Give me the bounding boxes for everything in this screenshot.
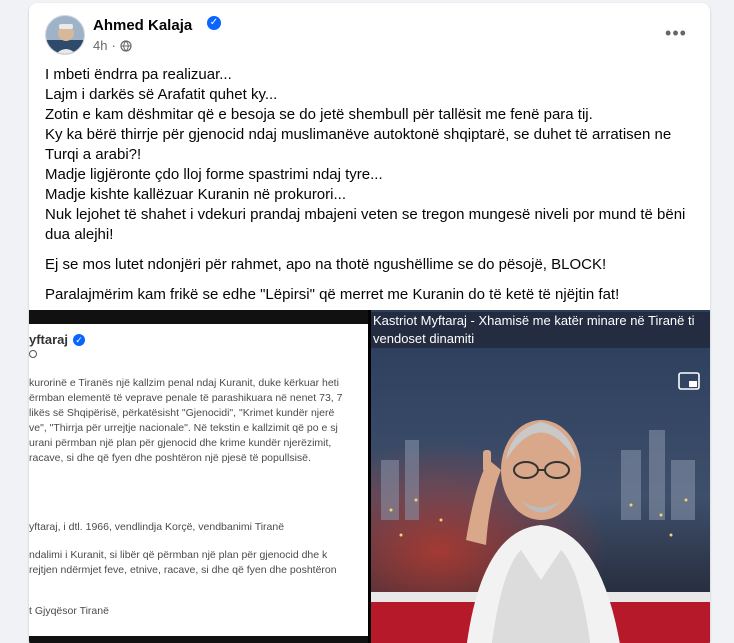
document-author-fragment: yftaraj — [29, 332, 69, 347]
document-line: t Gjyqësor Tiranë — [29, 605, 109, 617]
document-line: ve", "Thirrja për urrejtje nacionale". N… — [29, 422, 338, 434]
post-paragraph: Ky ka bërë thirrje për gjenocid ndaj mus… — [45, 126, 672, 163]
author-avatar[interactable] — [45, 15, 85, 55]
author-name[interactable]: Ahmed Kalaja — [93, 17, 192, 34]
media-image-document[interactable]: yftaraj ✓ kurorinë e Tiranës një kallzim… — [29, 310, 368, 643]
document-verified-icon: ✓ — [73, 333, 86, 346]
document-line: yftaraj, i dtl. 1966, vendlindja Korçë, … — [29, 521, 285, 533]
document-line: ërmban elementë të veprave penale të par… — [29, 392, 343, 404]
post-paragraph: Zotin e kam dëshmitar që e besoja se do … — [45, 106, 593, 123]
document-line: rejtjen ndërmjet feve, etnive, racave, s… — [29, 564, 337, 576]
picture-in-picture-icon[interactable] — [678, 372, 700, 390]
post-card: Ahmed Kalaja ✓ 4h · ••• I mbeti ëndrra p… — [29, 3, 710, 643]
post-header: Ahmed Kalaja ✓ 4h · ••• — [45, 15, 694, 59]
post-paragraph: I mbeti ëndrra pa realizuar... — [45, 66, 232, 83]
meta-separator: · — [111, 38, 116, 53]
video-caption: Kastriot Myftaraj - Xhamisë me katër min… — [371, 312, 710, 348]
media-image-video-still[interactable]: Kastriot Myftaraj - Xhamisë me katër min… — [371, 310, 710, 643]
document-line: kurorinë e Tiranës një kallzim penal nda… — [29, 377, 339, 389]
post-paragraph: Lajm i darkës së Arafatit quhet ky... — [45, 86, 278, 103]
document-line: urani përmban një plan për gjenocid dhe … — [29, 437, 332, 449]
post-paragraph: Nuk lejohet të shahet i vdekuri prandaj … — [45, 206, 686, 243]
post-body: I mbeti ëndrra pa realizuar... Lajm i da… — [45, 65, 696, 305]
post-paragraph-final: Paralajmërim kam frikë se edhe "Lëpirsi"… — [45, 286, 620, 303]
document-globe-icon — [29, 350, 37, 358]
document-screenshot: yftaraj ✓ kurorinë e Tiranës një kallzim… — [29, 310, 368, 643]
avatar-photo — [46, 16, 84, 54]
verified-badge-icon: ✓ — [207, 16, 221, 30]
post-paragraph: Madje kishte kallëzuar Kuranin në prokur… — [45, 186, 346, 203]
post-media: yftaraj ✓ kurorinë e Tiranës një kallzim… — [29, 310, 710, 643]
post-time[interactable]: 4h — [93, 38, 107, 53]
globe-icon — [120, 39, 132, 52]
post-paragraph-block: Ej se mos lutet ndonjëri për rahmet, apo… — [45, 256, 607, 273]
document-line: likës së Shqipërisë, përkatësisht "Gjeno… — [29, 407, 335, 419]
document-line: racave, si dhe që fyen dhe poshtëron një… — [29, 452, 311, 464]
more-options-icon[interactable]: ••• — [658, 19, 694, 47]
document-line: ndalimi i Kuranit, si libër që përmban n… — [29, 549, 328, 561]
post-paragraph: Madje ligjëronte çdo lloj forme spastrim… — [45, 166, 383, 183]
video-still-photo — [371, 310, 710, 643]
post-meta: 4h · — [93, 38, 132, 53]
